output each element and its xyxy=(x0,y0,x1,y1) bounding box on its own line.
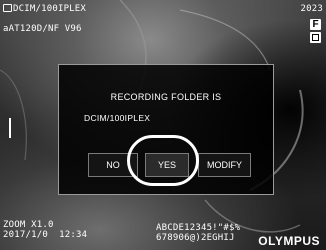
top-right-status: 2023 xyxy=(300,4,323,14)
dialog-title: RECORDING FOLDER IS xyxy=(110,92,222,102)
annotation-line-1: ABCDE12345!"#$% xyxy=(156,223,241,233)
zoom-datetime-label: ZOOM X1.0 2017/1/0 12:34 xyxy=(3,220,87,240)
annotation-text: ABCDE12345!"#$% 678906@)2EGHIJ xyxy=(156,223,240,243)
selection-highlight xyxy=(127,135,199,186)
zoom-text: ZOOM X1.0 xyxy=(3,220,54,230)
datetime-text: 2017/1/0 12:34 xyxy=(3,230,88,240)
inspection-screen: DCIM/100IPLEX aAT120D/NF V96 2023 F ZOOM… xyxy=(0,0,326,250)
annotation-line-2: 678906@)2EGHIJ xyxy=(156,233,235,243)
dialog-folder-path: DCIM/100IPLEX xyxy=(84,113,151,123)
level-bar-icon xyxy=(9,118,11,138)
folder-path-text: DCIM/100IPLEX xyxy=(13,4,87,14)
f-badge-icon: F xyxy=(310,19,321,30)
modify-button[interactable]: MODIFY xyxy=(198,153,251,177)
folder-icon xyxy=(3,4,12,12)
device-info-label: aAT120D/NF V96 xyxy=(3,24,82,34)
folder-path-label: DCIM/100IPLEX xyxy=(3,4,86,14)
brand-logo: OLYMPUS xyxy=(258,234,320,248)
card-icon xyxy=(310,32,321,43)
